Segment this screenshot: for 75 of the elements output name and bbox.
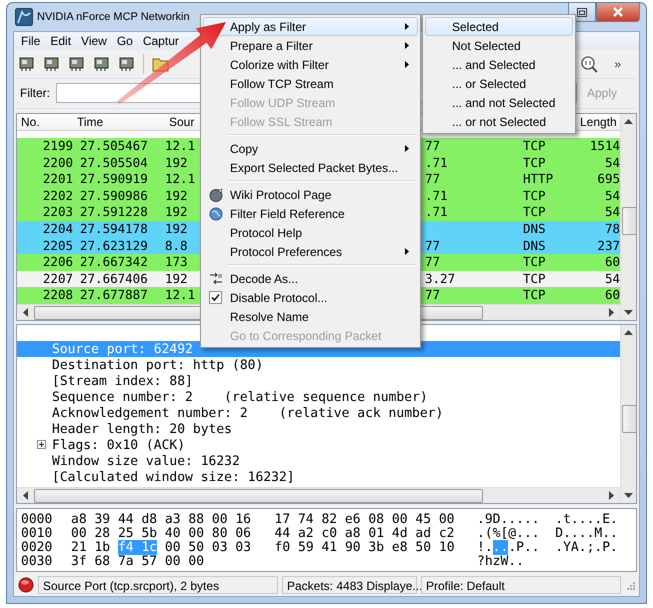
- table-cell-text: 2200: [42, 154, 73, 172]
- table-cell-text: 77: [425, 171, 442, 188]
- table-cell-text: 27.623129: [79, 238, 149, 254]
- hex-bytes: 00 28 25 5b 40 00 80 06 44 a2 c0 a8 01 4d ad c2: [71, 527, 456, 542]
- table-cell-text: 77: [425, 238, 442, 254]
- table-cell-text: TCP: [523, 154, 547, 172]
- offset-text: 0020: [21, 541, 54, 556]
- table-cell-text: DNS: [523, 221, 547, 238]
- table-cell-text: TCP: [523, 188, 547, 204]
- table-cell-text: 60: [604, 287, 620, 304]
- table-cell-text: 27.590986: [79, 188, 149, 204]
- filter-label: Filter:: [20, 86, 50, 100]
- table-cell-text: 12.1: [165, 287, 196, 304]
- table-cell-text: TCP: [523, 254, 547, 271]
- table-cell-text: TCP: [523, 138, 547, 155]
- table-cell-text: TCP: [523, 270, 547, 288]
- table-cell-text: TCP: [523, 204, 547, 222]
- table-cell-text: 27.594178: [79, 221, 149, 238]
- table-cell-text: 54: [604, 204, 620, 222]
- ascii-text: !....P.. .YA.;.P.: [477, 541, 619, 556]
- table-cell-text: 27.591228: [79, 204, 149, 222]
- table-cell-text: 27.667406: [79, 270, 149, 288]
- table-cell-text: 173: [165, 254, 189, 271]
- ascii-text: ?hzW..: [477, 555, 525, 570]
- table-cell-text: 12.1: [165, 138, 196, 155]
- table-cell-text: .71: [425, 188, 449, 204]
- table-cell-text: 2203: [42, 204, 73, 222]
- table-cell-text: 77: [425, 287, 442, 304]
- table-cell-text: 12.1: [165, 171, 196, 188]
- status-text: Source Port (tcp.srcport), 2 bytes: [38, 576, 278, 594]
- ascii-text: .9D..... .t....E.: [477, 513, 619, 528]
- table-cell-text: 54: [604, 270, 620, 288]
- table-cell-text: 78: [604, 221, 620, 238]
- table-cell-text: 695: [596, 171, 620, 188]
- table-cell-text: 192: [165, 188, 189, 204]
- table-cell-text: .71: [425, 154, 449, 172]
- table-cell-text: 2204: [42, 221, 73, 238]
- table-cell-text: 27.667342: [79, 254, 149, 271]
- table-cell-text: 60: [604, 254, 620, 271]
- ascii-text: .(%[@... D....M..: [477, 527, 619, 542]
- table-cell-text: 54: [604, 188, 620, 204]
- table-cell-text: 2205: [42, 238, 73, 254]
- table-cell-text: 2207: [42, 270, 73, 288]
- table-cell-text: 2199: [42, 138, 73, 155]
- table-cell-text: 77: [425, 254, 442, 271]
- table-cell-text: 1514: [588, 138, 620, 155]
- table-cell-text: 27.505504: [79, 154, 149, 172]
- table-cell-text: 237: [596, 238, 620, 254]
- table-cell-text: 8.8: [165, 238, 189, 254]
- table-cell-text: 192: [165, 270, 189, 288]
- offset-text: 0030: [21, 555, 54, 570]
- table-cell-text: .71: [425, 204, 449, 222]
- table-cell-text: 77: [425, 138, 442, 155]
- table-cell-text: 27.677887: [79, 287, 149, 304]
- table-cell-text: 27.505467: [79, 138, 149, 155]
- table-cell-text: 192: [165, 221, 189, 238]
- status-text: Profile: Default: [421, 576, 621, 594]
- offset-text: 0000: [21, 513, 54, 528]
- offset-text: 0010: [21, 527, 54, 542]
- window-title: NVIDIA nForce MCP Networkin: [37, 11, 190, 23]
- table-cell-text: 2202: [42, 188, 73, 204]
- table-cell-text: 2201: [42, 171, 73, 188]
- hex-bytes: 21 1b f4 1c 00 50 03 03 f0 59 41 90 3b e8 50 10: [71, 541, 456, 556]
- hex-bytes: 3f 68 7a 57 00 00: [71, 555, 206, 570]
- table-cell-text: 2206: [42, 254, 73, 271]
- table-cell-text: TCP: [523, 287, 547, 304]
- table-cell-text: DNS: [523, 238, 547, 254]
- hex-bytes: a8 39 44 d8 a3 88 00 16 17 74 82 e6 08 00 45 00: [71, 513, 456, 528]
- table-cell-text: 54: [604, 154, 620, 172]
- table-cell-text: 192: [165, 154, 189, 172]
- table-cell-text: 3.27: [425, 270, 456, 288]
- table-cell-text: 27.590919: [79, 171, 149, 188]
- table-cell-text: HTTP: [523, 171, 554, 188]
- table-cell-text: 192: [165, 204, 189, 222]
- table-cell-text: 2208: [42, 287, 73, 304]
